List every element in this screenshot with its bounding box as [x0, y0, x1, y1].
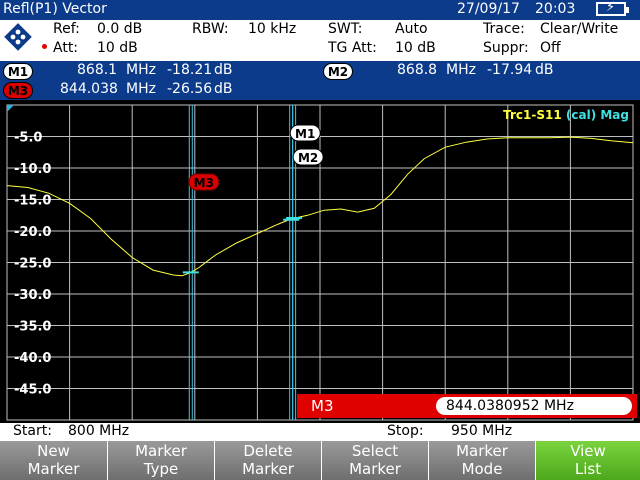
brand-logo-icon [4, 23, 32, 51]
trace-label: Trace: [483, 21, 525, 37]
y-tick-label: -35.0 [14, 320, 51, 335]
stop-value: 950 MHz [451, 423, 513, 439]
s11-chart[interactable]: -5.0 -10.0 -15.0 -20.0 -25.0 -30.0 -35.0 -40.0 -… [0, 100, 640, 423]
active-marker-label: M3 [311, 397, 334, 415]
y-tick-label: -25.0 [14, 257, 51, 272]
date-display: 27/09/17 [457, 1, 520, 17]
softkey-label-line2: Type [143, 460, 179, 478]
trace-label: Trc1-S11 (cal) Mag [503, 108, 629, 122]
suppr-value: Off [540, 40, 561, 56]
rbw-label: RBW: [192, 21, 229, 37]
softkey-label-line1: Delete [243, 442, 293, 460]
rbw-value: 10 kHz [248, 21, 297, 37]
y-tick-label: -40.0 [14, 351, 51, 366]
softkey-label-line2: Marker [242, 460, 294, 478]
marker-m2-level-unit: dB [535, 62, 554, 78]
stop-label: Stop: [387, 423, 424, 439]
att-value: 10 dB [97, 40, 138, 56]
marker-m3-level-unit: dB [214, 81, 233, 97]
tg-att-value: 10 dB [395, 40, 436, 56]
swt-label: SWT: [328, 21, 363, 37]
marker-m2-badge[interactable]: M2 [323, 63, 353, 80]
softkey-bar: New Marker Marker Type Delete Marker Sel… [0, 441, 640, 480]
y-tick-label: -15.0 [14, 194, 51, 209]
marker-mode-button[interactable]: Marker Mode [428, 441, 535, 480]
measurement-plot[interactable]: -5.0 -10.0 -15.0 -20.0 -25.0 -30.0 -35.0 -40.0 -… [0, 100, 640, 423]
view-list-button[interactable]: View List [535, 441, 640, 480]
battery-icon: ⚡ [596, 1, 629, 16]
plot-marker-label-m3: M3 [194, 176, 214, 190]
title-bar: Refl(P1) Vector 27/09/17 20:03 ⚡ [0, 0, 640, 20]
ref-value: 0.0 dB [97, 21, 143, 37]
new-marker-button[interactable]: New Marker [0, 441, 107, 480]
trace-value: Clear/Write [540, 21, 619, 37]
att-label: Att: [53, 40, 79, 56]
softkey-label-line1: New [37, 442, 70, 460]
softkey-label-line2: List [574, 460, 602, 478]
marker-m2-level: -17.94 [487, 62, 533, 78]
plot-marker-label-m1: M1 [295, 127, 315, 141]
softkey-label-line2: Marker [27, 460, 80, 478]
tg-att-label: TG Att: [328, 40, 377, 56]
softkey-label-line1: Marker [135, 442, 187, 460]
start-value: 800 MHz [68, 423, 130, 439]
marker-m3-badge[interactable]: M3 [3, 82, 33, 99]
marker-m1-badge[interactable]: M1 [3, 63, 33, 80]
y-tick-label: -20.0 [14, 225, 51, 240]
marker-m1-level-unit: dB [214, 62, 233, 78]
frequency-bar: Start: 800 MHz Stop: 950 MHz [0, 423, 640, 441]
marker-m2-frequency-unit: MHz [446, 62, 476, 78]
softkey-label-line2: Marker [349, 460, 401, 478]
y-tick-label: -45.0 [14, 383, 51, 398]
y-tick-label: -10.0 [14, 162, 51, 177]
marker-m1-level: -18.21 [167, 62, 213, 78]
plot-marker-label-m2: M2 [298, 151, 318, 165]
marker-frequency-input-panel: M3 844.0380952 MHz [297, 394, 637, 418]
marker-readout: M1 868.1 MHz -18.21 dB M2 868.8 MHz -17.… [0, 61, 640, 100]
reference-level-marker [7, 105, 14, 112]
settings-panel: Ref: 0.0 dB Att: 10 dB RBW: 10 kHz SWT: … [0, 20, 640, 61]
start-label: Start: [13, 423, 52, 439]
marker-m3-frequency-unit: MHz [126, 81, 156, 97]
softkey-label-line1: Select [351, 442, 399, 460]
softkey-label-line1: View [570, 442, 606, 460]
y-tick-label: -5.0 [14, 131, 42, 146]
delete-marker-button[interactable]: Delete Marker [214, 441, 321, 480]
swt-value: Auto [395, 21, 428, 37]
measurement-mode: Refl(P1) Vector [3, 1, 107, 17]
select-marker-button[interactable]: Select Marker [321, 441, 428, 480]
softkey-label-line1: Marker [456, 442, 508, 460]
marker-m1-frequency-unit: MHz [126, 62, 156, 78]
marker-type-button[interactable]: Marker Type [107, 441, 214, 480]
y-tick-label: -30.0 [14, 288, 51, 303]
marker-frequency-input[interactable]: 844.0380952 MHz [436, 397, 632, 415]
marker-m2-frequency: 868.8 [397, 62, 438, 78]
marker-m1-frequency: 868.1 [77, 62, 118, 78]
ref-label: Ref: [53, 21, 80, 37]
attenuator-indicator [42, 44, 47, 49]
softkey-label-line2: Mode [461, 460, 503, 478]
suppr-label: Suppr: [483, 40, 529, 56]
time-display: 20:03 [535, 1, 576, 17]
marker-m3-level: -26.56 [167, 81, 213, 97]
marker-m3-frequency: 844.038 [60, 81, 118, 97]
